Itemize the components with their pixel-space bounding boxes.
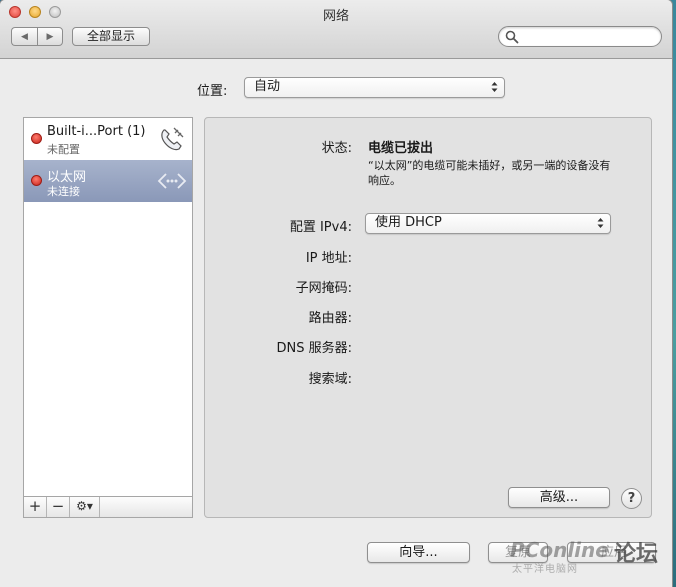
titlebar: 网络 ◀ ▶ 全部显示: [0, 0, 672, 59]
search-input[interactable]: [521, 28, 655, 45]
service-status: 未连接: [47, 185, 80, 198]
advanced-button[interactable]: 高级...: [508, 487, 610, 508]
ethernet-arrows-icon: [157, 173, 187, 189]
ipv4-config-popup[interactable]: 使用 DHCP: [365, 213, 611, 234]
window-title: 网络: [322, 9, 349, 24]
watermark-sub: 太平洋电脑网: [512, 564, 578, 575]
service-list-toolbar: + − ⚙▾: [24, 496, 192, 517]
forward-button[interactable]: ▶: [37, 27, 63, 46]
chevron-right-icon: ▶: [46, 31, 54, 42]
remove-service-button[interactable]: −: [47, 497, 70, 517]
search-domain-label: 搜索域:: [308, 372, 352, 387]
location-popup[interactable]: 自动: [244, 77, 505, 98]
service-item-built-in-port[interactable]: Built-i...Port (1) 未配置: [24, 118, 192, 160]
status-dot-icon: [31, 133, 42, 144]
service-item-ethernet[interactable]: 以太网 未连接: [24, 160, 192, 202]
show-all-button[interactable]: 全部显示: [72, 27, 150, 46]
popup-arrows-icon: [491, 82, 498, 92]
network-preferences-window: 网络 ◀ ▶ 全部显示 位置: 自动 Built-i...Port (1) 未配…: [0, 0, 672, 587]
dns-server-label: DNS 服务器:: [276, 341, 353, 356]
service-name: Built-i...Port (1): [47, 124, 146, 139]
service-status: 未配置: [47, 143, 80, 156]
action-menu-button[interactable]: ⚙▾: [70, 497, 100, 517]
back-forward-group: ◀ ▶: [11, 27, 63, 46]
status-label: 状态:: [321, 141, 352, 156]
service-list: Built-i...Port (1) 未配置 以太网 未连接 + − ⚙▾: [23, 117, 193, 518]
location-value: 自动: [254, 79, 281, 94]
assist-me-button[interactable]: 向导...: [367, 542, 470, 563]
ipv4-config-value: 使用 DHCP: [375, 215, 442, 230]
pconline-watermark: PConline 论坛 太平洋电脑网: [508, 532, 670, 575]
help-button[interactable]: ?: [621, 488, 642, 509]
chevron-left-icon: ◀: [21, 31, 28, 42]
watermark-brand: PConline: [510, 538, 609, 562]
status-dot-icon: [31, 175, 42, 186]
watermark-forum: 论坛: [614, 542, 659, 567]
add-service-button[interactable]: +: [24, 497, 47, 517]
status-description: “以太网”的电缆可能未插好，或另一端的设备没有响应。: [368, 159, 611, 187]
search-icon: [505, 30, 519, 44]
gear-icon: ⚙▾: [76, 499, 93, 513]
ipv4-label: 配置 IPv4:: [289, 220, 352, 235]
search-field[interactable]: [498, 26, 662, 47]
location-label: 位置:: [197, 84, 228, 99]
back-button[interactable]: ◀: [11, 27, 37, 46]
router-label: 路由器:: [308, 311, 352, 326]
phone-modem-icon: [161, 127, 184, 151]
popup-arrows-icon: [597, 218, 604, 228]
status-value: 电缆已拔出: [368, 141, 434, 156]
subnet-mask-label: 子网掩码:: [295, 281, 352, 296]
ip-address-label: IP 地址:: [305, 251, 352, 266]
